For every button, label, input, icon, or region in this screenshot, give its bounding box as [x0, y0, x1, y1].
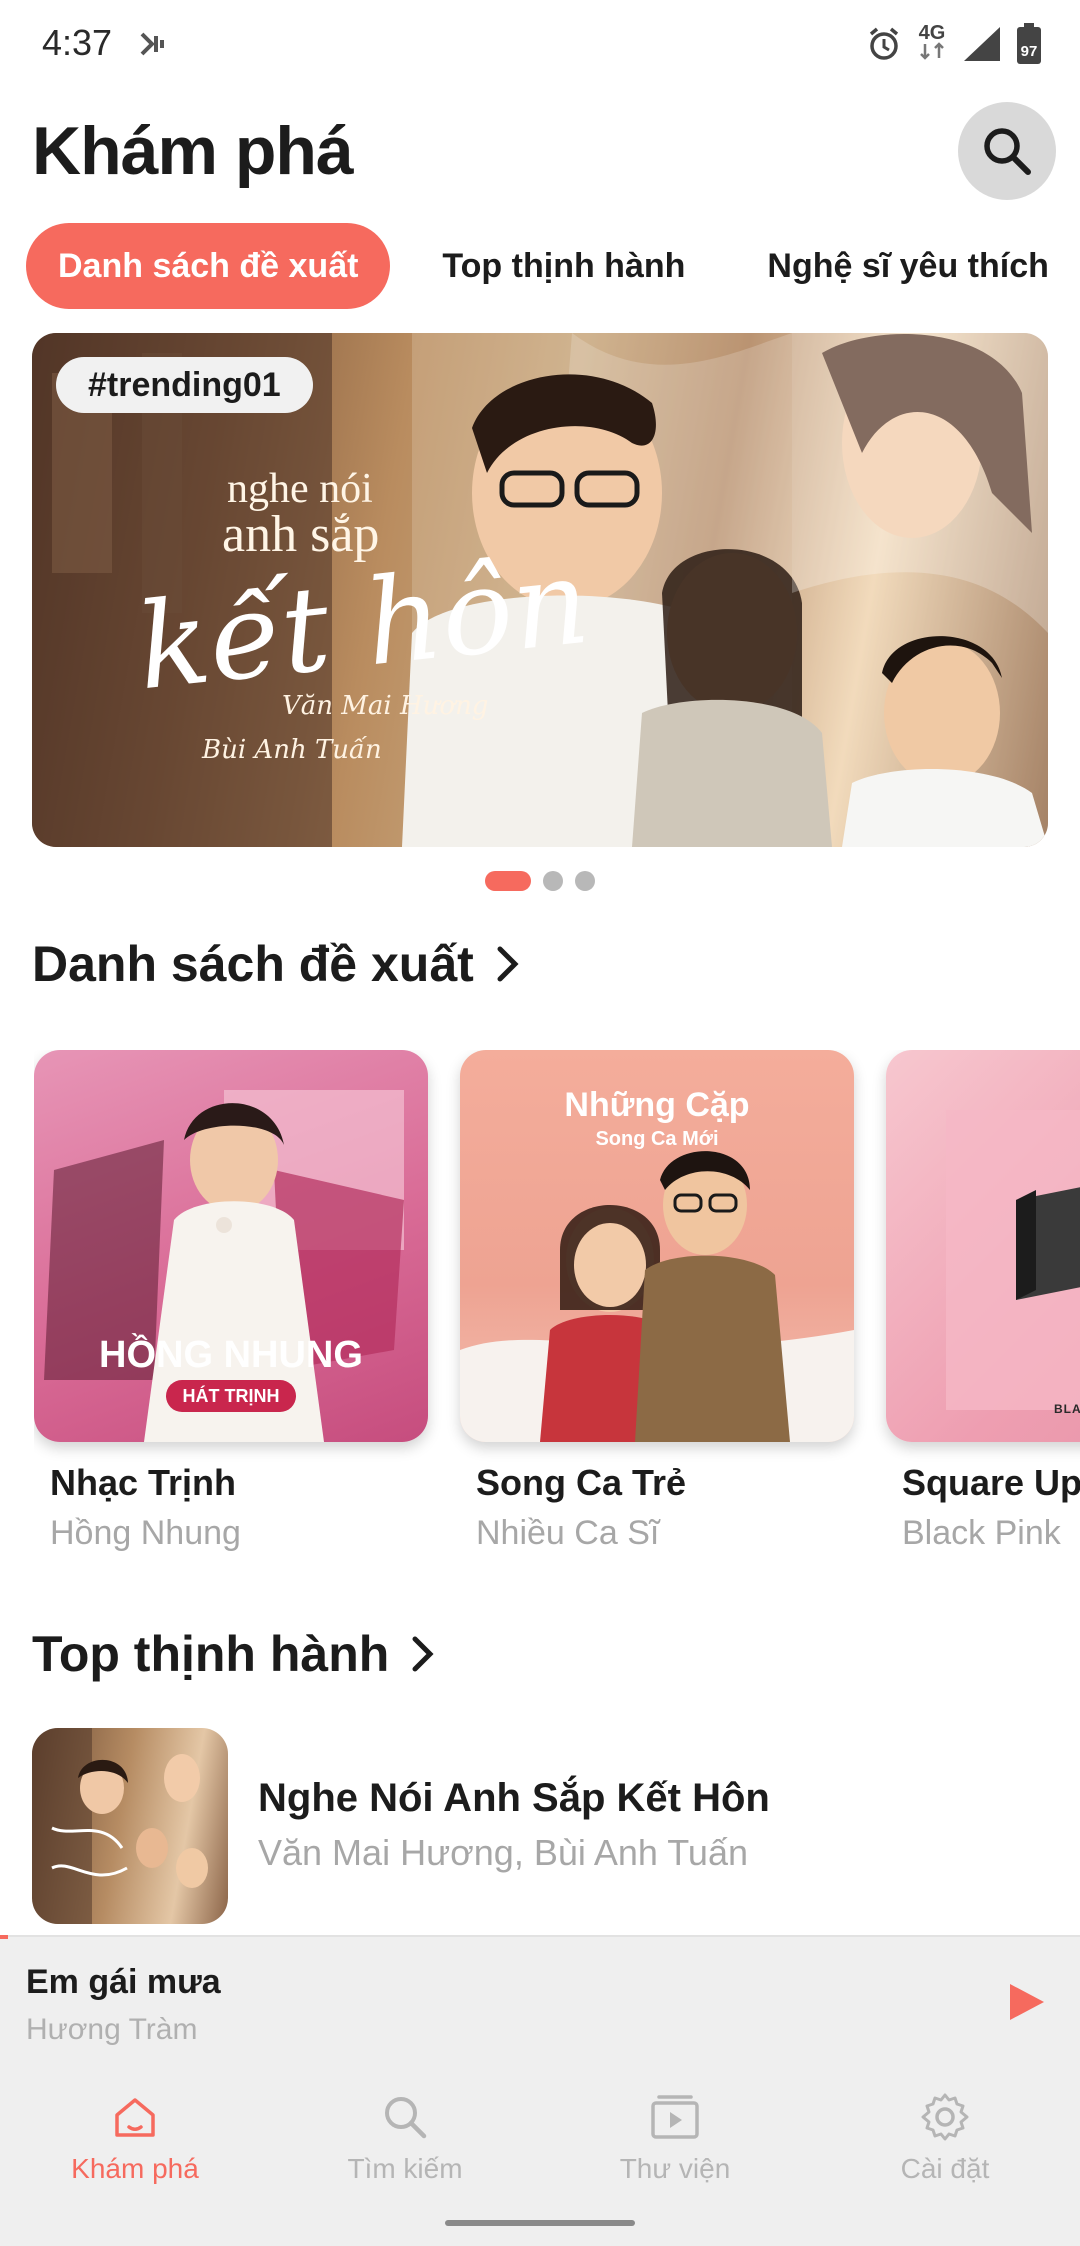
tab-trending[interactable]: Top thịnh hành: [442, 223, 685, 309]
tab-recommended[interactable]: Danh sách đề xuất: [26, 223, 391, 309]
cover-title: Những Cặp: [564, 1086, 750, 1124]
category-tabs: Danh sách đề xuất Top thịnh hành Nghệ sĩ…: [26, 222, 1049, 310]
tab-favorite-artists[interactable]: Nghệ sĩ yêu thích: [767, 223, 1049, 309]
status-bar: 4:37 4G 97: [0, 0, 1080, 90]
playlist-subtitle: Hồng Nhung: [50, 1514, 241, 1552]
pager-dot[interactable]: [543, 871, 563, 891]
battery-level: 97: [1021, 43, 1038, 60]
nav-item-settings[interactable]: Cài đặt: [835, 2091, 1055, 2185]
bottom-navigation: Khám phá Tìm kiếm Thư viện Cài đặt: [0, 2059, 1080, 2246]
section-header-recommended[interactable]: Danh sách đề xuất: [32, 935, 520, 993]
playlist-title: Nhạc Trịnh: [50, 1462, 237, 1503]
playlist-card[interactable]: HỒNG NHUNG HÁT TRỊNH Nhạc Trịnh Hồng Nhu…: [34, 1050, 428, 1552]
alarm-icon: [869, 27, 899, 60]
home-icon: [115, 2098, 155, 2137]
nav-label: Khám phá: [71, 2153, 199, 2184]
playlist-cover: BLACK: [886, 1050, 1080, 1442]
status-time: 4:37: [42, 22, 113, 63]
nav-label: Cài đặt: [900, 2153, 990, 2184]
track-row[interactable]: Nghe Nói Anh Sắp Kết Hôn Văn Mai Hương, …: [32, 1728, 1048, 1924]
page-title: Khám phá: [32, 113, 354, 189]
home-indicator[interactable]: [445, 2220, 635, 2226]
section-title: Top thịnh hành: [32, 1626, 390, 1682]
media-cast-icon: [140, 32, 164, 56]
playlist-subtitle: Black Pink: [902, 1514, 1061, 1552]
chevron-right-icon: [497, 946, 519, 982]
cover-subtitle: HÁT TRỊNH: [182, 1385, 280, 1406]
gear-icon: [921, 2093, 969, 2141]
track-title: Nghe Nói Anh Sắp Kết Hôn: [258, 1776, 770, 1820]
network-label: 4G: [918, 21, 946, 44]
signal-icon: [964, 27, 1000, 61]
playlist-title: Song Ca Trẻ: [476, 1462, 687, 1503]
player-track-artist: Hương Tràm: [26, 2013, 198, 2046]
section-title: Danh sách đề xuất: [32, 936, 474, 992]
player-track-title: Em gái mưa: [26, 1963, 221, 2001]
pager-dot-active[interactable]: [485, 871, 531, 891]
cover-subtitle: Song Ca Mới: [595, 1128, 719, 1150]
nav-label: Tìm kiếm: [347, 2153, 463, 2184]
player-progress-bar: [0, 1935, 8, 1939]
playlist-subtitle: Nhiều Ca Sĩ: [476, 1514, 660, 1552]
data-arrows-icon: [920, 41, 944, 60]
thumbnail-artwork: [32, 1728, 208, 1924]
cover-title: HỒNG NHUNG: [99, 1334, 363, 1376]
nav-label: Thư viện: [619, 2153, 731, 2184]
library-icon: [651, 2095, 699, 2139]
playlist-cover: HỒNG NHUNG HÁT TRỊNH: [34, 1050, 428, 1442]
playlist-card[interactable]: BLACK Square Up Black Pink: [886, 1050, 1080, 1552]
banner-art-credit1: Văn Mai Hương: [282, 691, 489, 721]
pager-dot[interactable]: [575, 871, 595, 891]
track-artist: Văn Mai Hương, Bùi Anh Tuấn: [258, 1832, 748, 1873]
banner-tag: #trending01: [56, 357, 313, 413]
playlist-carousel: HỒNG NHUNG HÁT TRỊNH Nhạc Trịnh Hồng Nhu…: [34, 1050, 1080, 1570]
search-icon: [385, 2097, 427, 2139]
network-indicator: 4G: [916, 21, 948, 65]
search-icon: [984, 128, 1031, 175]
banner-pager: [485, 871, 595, 891]
cover-artwork: [946, 1110, 1080, 1410]
mini-player[interactable]: Em gái mưa Hương Tràm: [0, 1935, 1080, 2059]
play-icon[interactable]: [1006, 1981, 1046, 2023]
search-button[interactable]: [958, 102, 1056, 200]
nav-item-discover[interactable]: Khám phá: [25, 2091, 245, 2185]
cover-subtitle-badge: HÁT TRỊNH: [166, 1380, 296, 1412]
track-thumbnail: [32, 1728, 228, 1924]
playlist-cover: Những Cặp Song Ca Mới: [460, 1050, 854, 1442]
battery-icon: 97: [1017, 23, 1041, 64]
cover-title: BLACK: [1054, 1402, 1080, 1416]
featured-banner[interactable]: #trending01 nghe nói anh sắp kết hôn Văn…: [32, 333, 1048, 847]
playlist-card[interactable]: Những Cặp Song Ca Mới Song Ca Trẻ Nhiều …: [460, 1050, 854, 1552]
playlist-title: Square Up: [902, 1462, 1080, 1503]
section-header-trending[interactable]: Top thịnh hành: [32, 1625, 435, 1683]
banner-art-credit2: Bùi Anh Tuấn: [202, 735, 382, 765]
nav-item-search[interactable]: Tìm kiếm: [295, 2091, 515, 2185]
chevron-right-icon: [412, 1636, 434, 1672]
nav-item-library[interactable]: Thư viện: [565, 2091, 785, 2185]
